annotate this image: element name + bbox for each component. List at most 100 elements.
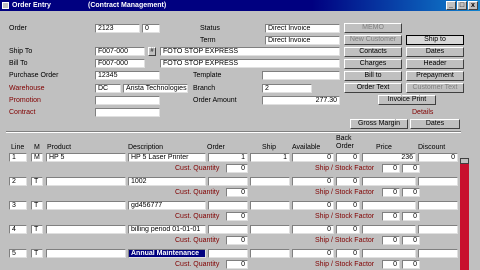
status-field[interactable]: Direct Invoice [265,24,340,33]
line-mode-field[interactable]: M [31,153,43,162]
line-mode-field[interactable]: T [31,249,43,258]
contacts-button[interactable]: Contacts [344,47,402,57]
cust-quantity-field[interactable]: 0 [226,212,248,221]
prepayment-button[interactable]: Prepayment [406,71,464,81]
price-field[interactable] [362,249,416,258]
stock-factor-field[interactable]: 0 [402,212,420,221]
bill-to-name-field[interactable]: FOTO STOP EXPRESS [160,59,340,68]
order-qty-field[interactable] [208,249,248,258]
product-field[interactable] [46,249,126,258]
ship-factor-field[interactable]: 0 [382,188,400,197]
window-subtitle: (Contract Management) [88,2,167,9]
ship-factor-field[interactable]: 0 [382,164,400,173]
charges-button[interactable]: Charges [344,59,402,69]
discount-field[interactable] [418,225,458,234]
new-customer-button[interactable]: New Customer [344,35,402,45]
bill-to-code-field[interactable]: F007-000 [95,59,145,68]
ship-factor-field[interactable]: 0 [382,212,400,221]
cust-quantity-field[interactable]: 0 [226,260,248,269]
ship-to-button[interactable]: Ship to [406,35,464,45]
ship-qty-field[interactable] [250,201,290,210]
line-number-field[interactable]: 1 [9,153,27,162]
stock-factor-field[interactable]: 0 [402,164,420,173]
price-field[interactable]: 236 [362,153,416,162]
product-field[interactable] [46,177,126,186]
order-suffix-field[interactable]: 0 [142,24,160,33]
header-button[interactable]: Header [406,59,464,69]
ship-factor-field[interactable]: 0 [382,260,400,269]
order-text-button[interactable]: Order Text [344,83,402,93]
promotion-field[interactable] [95,96,160,105]
invoice-print-button[interactable]: Invoice Print [378,95,436,105]
ship-qty-field[interactable] [250,249,290,258]
back-order-field: 0 [336,249,360,258]
available-field: 0 [292,177,334,186]
discount-field[interactable] [418,177,458,186]
line-mode-field[interactable]: T [31,177,43,186]
product-field[interactable]: HP 5 [46,153,126,162]
stock-factor-field[interactable]: 0 [402,188,420,197]
line-number-field[interactable]: 4 [9,225,27,234]
line-number-field[interactable]: 2 [9,177,27,186]
order-qty-field[interactable]: 1 [208,153,248,162]
vertical-scrollbar[interactable] [460,158,469,270]
order-qty-field[interactable] [208,201,248,210]
product-field[interactable] [46,201,126,210]
template-label: Template [193,72,222,79]
ship-factor-field[interactable]: 0 [382,236,400,245]
cust-quantity-label: Cust. Quantity [175,189,220,196]
ship-qty-field[interactable] [250,177,290,186]
term-field[interactable]: Direct Invoice [265,36,340,45]
customer-text-button[interactable]: Customer Text [406,83,464,93]
contract-field[interactable] [95,108,160,117]
price-field[interactable] [362,225,416,234]
discount-field[interactable] [418,249,458,258]
ship-stock-factor-label: Ship / Stock Factor [315,261,375,268]
close-icon[interactable]: x [468,1,478,10]
col-ship: Ship [262,144,277,151]
ship-stock-factor-label: Ship / Stock Factor [315,189,375,196]
order-number-field[interactable]: 2123 [95,24,140,33]
ship-to-code-field[interactable]: F007-000 [95,47,145,56]
description-field[interactable]: 1002 [128,177,206,186]
cust-quantity-field[interactable]: 0 [226,236,248,245]
memo-button[interactable]: MEMO [344,23,402,33]
template-field[interactable] [262,71,340,80]
ship-to-name-field[interactable]: FOTO STOP EXPRESS [160,47,340,56]
bill-to-button[interactable]: Bill to [344,71,402,81]
maximize-icon[interactable]: □ [457,1,467,10]
gross-margin-button[interactable]: Gross Margin [350,119,408,129]
details-dates-button[interactable]: Dates [410,119,460,129]
scrollbar-thumb[interactable] [460,158,469,164]
warehouse-label: Warehouse [9,85,45,92]
branch-field[interactable]: 2 [262,84,312,93]
line-mode-field[interactable]: T [31,201,43,210]
cust-quantity-field[interactable]: 0 [226,188,248,197]
price-field[interactable] [362,201,416,210]
stock-factor-field[interactable]: 0 [402,260,420,269]
warehouse-name-field[interactable]: Arista Technologies [123,84,188,93]
status-label: Status [200,25,220,32]
line-number-field[interactable]: 3 [9,201,27,210]
order-qty-field[interactable] [208,225,248,234]
ship-qty-field[interactable]: 1 [250,153,290,162]
minimize-icon[interactable]: _ [446,1,456,10]
ship-to-lookup-icon[interactable]: # [148,47,156,56]
stock-factor-field[interactable]: 0 [402,236,420,245]
product-field[interactable] [46,225,126,234]
purchase-order-field[interactable]: 12345 [95,71,160,80]
discount-field[interactable]: 0 [418,153,458,162]
line-number-field[interactable]: 5 [9,249,27,258]
ship-qty-field[interactable] [250,225,290,234]
price-field[interactable] [362,177,416,186]
line-mode-field[interactable]: T [31,225,43,234]
warehouse-code-field[interactable]: DC [95,84,121,93]
description-field[interactable]: HP 5 Laser Printer [128,153,206,162]
cust-quantity-field[interactable]: 0 [226,164,248,173]
order-qty-field[interactable] [208,177,248,186]
dates-button[interactable]: Dates [406,47,464,57]
description-field[interactable]: gd456777 [128,201,206,210]
description-field[interactable]: Annual Maintenance [128,249,206,258]
discount-field[interactable] [418,201,458,210]
description-field[interactable]: billing period 01-01-01 [128,225,206,234]
